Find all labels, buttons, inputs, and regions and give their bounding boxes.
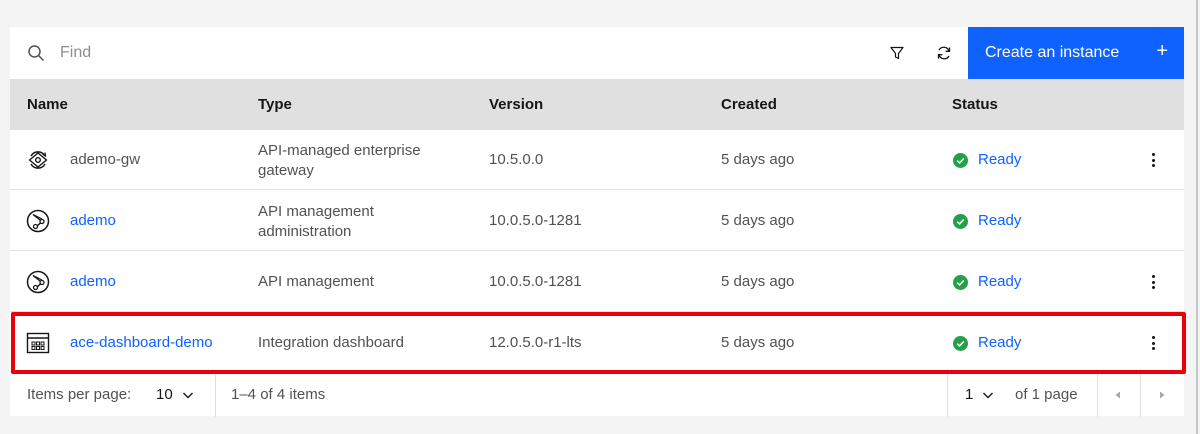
column-header-created[interactable]: Created — [721, 79, 777, 130]
status-link[interactable]: Ready — [978, 313, 1021, 373]
items-range-text: 1–4 of 4 items — [231, 386, 326, 403]
checkmark-filled-icon — [953, 153, 968, 168]
instance-type-line2: gateway — [258, 162, 314, 179]
gateway-icon — [28, 151, 48, 169]
instance-version: 10.0.5.0-1281 — [489, 212, 582, 229]
refresh-icon — [937, 46, 951, 60]
overflow-menu-button[interactable] — [1143, 148, 1163, 172]
status-link[interactable]: Ready — [978, 191, 1021, 251]
instance-name-link[interactable]: ademo — [70, 252, 116, 312]
filter-icon — [890, 46, 904, 60]
instance-type: Integration dashboard — [258, 334, 404, 351]
instance-type: API-managed enterprise gateway — [258, 141, 458, 181]
filter-button[interactable] — [874, 27, 920, 79]
instance-created: 5 days ago — [721, 151, 795, 168]
chevron-down-icon[interactable] — [182, 389, 194, 401]
divider — [947, 372, 948, 417]
overflow-menu-button[interactable] — [1143, 331, 1163, 355]
instance-name-link[interactable]: ace-dashboard-demo — [70, 313, 213, 373]
instance-created: 5 days ago — [721, 212, 795, 229]
instance-type: API management — [258, 273, 374, 290]
table-row[interactable]: ademo API management administration 10.0… — [10, 191, 1184, 251]
column-header-type[interactable]: Type — [258, 79, 292, 130]
checkmark-filled-icon — [953, 214, 968, 229]
instance-type: API management administration — [258, 202, 458, 242]
instance-version: 12.0.5.0-r1-lts — [489, 334, 582, 351]
column-header-version[interactable]: Version — [489, 79, 543, 130]
instance-type-line2: administration — [258, 223, 352, 240]
api-management-icon — [26, 270, 50, 294]
divider — [1140, 372, 1141, 417]
instance-version: 10.0.5.0-1281 — [489, 273, 582, 290]
pagination-bar: Items per page: 10 1–4 of 4 items 1 of 1… — [10, 371, 1184, 417]
divider — [1097, 372, 1098, 417]
search-input[interactable] — [60, 39, 460, 67]
instance-version: 10.5.0.0 — [489, 151, 544, 168]
instances-panel: Create an instance + Name Type Version C… — [10, 27, 1184, 417]
page-select[interactable]: 1 — [965, 372, 973, 417]
divider — [215, 372, 216, 417]
total-pages-text: of 1 page — [1015, 386, 1078, 403]
instance-name-link[interactable]: ademo — [70, 191, 116, 251]
table-row[interactable]: ademo API management 10.0.5.0-1281 5 day… — [10, 252, 1184, 312]
chevron-down-icon[interactable] — [982, 389, 994, 401]
next-page-icon[interactable] — [1157, 390, 1167, 400]
previous-page-icon[interactable] — [1113, 390, 1123, 400]
instance-name: ademo-gw — [70, 151, 141, 168]
api-management-icon — [26, 209, 50, 233]
table-row[interactable]: ace-dashboard-demo Integration dashboard… — [10, 313, 1184, 373]
status-link[interactable]: Ready — [978, 130, 1021, 190]
overflow-menu-button[interactable] — [1143, 270, 1163, 294]
instance-created: 5 days ago — [721, 273, 795, 290]
items-per-page-select[interactable]: 10 — [156, 372, 173, 417]
refresh-button[interactable] — [921, 27, 967, 79]
instance-type-line1: API management — [258, 203, 374, 220]
instance-type-line1: API-managed enterprise — [258, 142, 421, 159]
status-link[interactable]: Ready — [978, 252, 1021, 312]
checkmark-filled-icon — [953, 336, 968, 351]
column-header-name[interactable]: Name — [27, 79, 68, 130]
table-row[interactable]: ademo-gw API-managed enterprise gateway … — [10, 130, 1184, 190]
checkmark-filled-icon — [953, 275, 968, 290]
dashboard-icon — [26, 332, 50, 354]
items-per-page-label: Items per page: — [27, 386, 132, 403]
create-instance-button[interactable]: Create an instance + — [968, 27, 1184, 79]
search-icon — [28, 45, 45, 62]
window-edge — [1196, 0, 1198, 434]
column-header-status[interactable]: Status — [952, 79, 998, 130]
table-header: Name Type Version Created Status — [10, 79, 1184, 130]
instance-created: 5 days ago — [721, 334, 795, 351]
toolbar: Create an instance + — [10, 27, 1184, 79]
create-instance-label: Create an instance — [985, 44, 1120, 61]
plus-icon: + — [1156, 40, 1168, 62]
